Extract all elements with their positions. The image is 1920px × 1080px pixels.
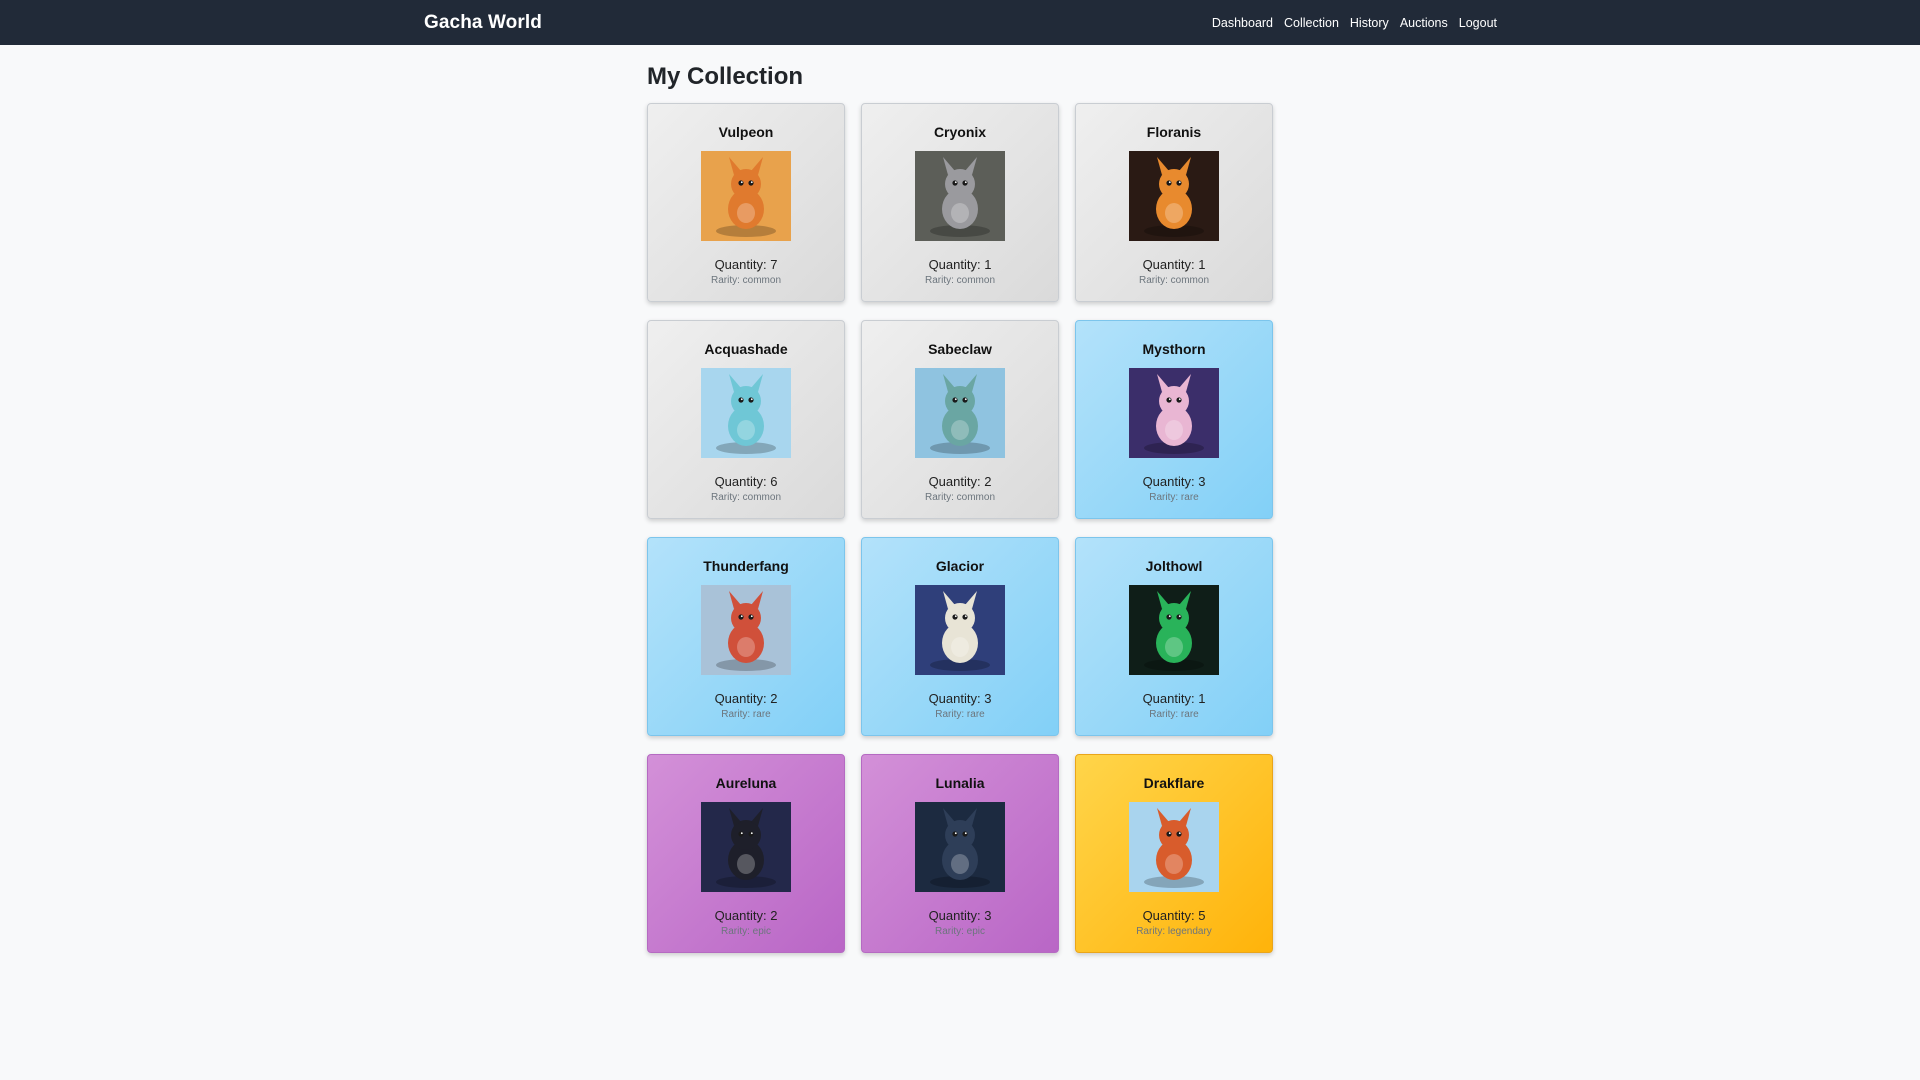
- nav-links: Dashboard Collection History Auctions Lo…: [1212, 16, 1497, 30]
- creature-card-acquashade[interactable]: Acquashade Quantity: 6 Rarity: common: [647, 320, 845, 519]
- card-name: Jolthowl: [1145, 558, 1203, 574]
- card-name: Mysthorn: [1142, 341, 1206, 357]
- card-rarity: Rarity: common: [924, 492, 995, 503]
- green-electric-creature-image: [1129, 585, 1219, 675]
- main-content: My Collection Vulpeon Quantity: 7 Rarity: …: [647, 45, 1275, 953]
- nav-link-history[interactable]: History: [1350, 16, 1389, 30]
- creature-card-aureluna[interactable]: Aureluna Quantity: 2 Rarity: epic: [647, 754, 845, 953]
- nav-link-auctions[interactable]: Auctions: [1400, 16, 1448, 30]
- ice-creature-image: [915, 585, 1005, 675]
- top-navbar: Gacha World Dashboard Collection History…: [0, 0, 1920, 45]
- card-quantity: Quantity: 7: [714, 257, 778, 272]
- nav-link-collection[interactable]: Collection: [1284, 16, 1339, 30]
- water-creature-image: [701, 368, 791, 458]
- card-quantity: Quantity: 2: [714, 908, 778, 923]
- card-quantity: Quantity: 6: [714, 474, 778, 489]
- card-quantity: Quantity: 1: [928, 257, 992, 272]
- card-rarity: Rarity: rare: [1149, 492, 1199, 503]
- card-quantity: Quantity: 2: [928, 474, 992, 489]
- psychic-creature-image: [1129, 368, 1219, 458]
- card-rarity: Rarity: common: [924, 275, 995, 286]
- gray-dragon-creature-image: [915, 151, 1005, 241]
- card-rarity: Rarity: common: [710, 492, 781, 503]
- night-creature-image: [915, 802, 1005, 892]
- nav-link-dashboard[interactable]: Dashboard: [1212, 16, 1273, 30]
- card-quantity: Quantity: 5: [1142, 908, 1206, 923]
- creature-card-mysthorn[interactable]: Mysthorn Quantity: 3 Rarity: rare: [1075, 320, 1273, 519]
- dark-dragon-creature-image: [701, 802, 791, 892]
- card-rarity: Rarity: epic: [934, 926, 985, 937]
- card-name: Floranis: [1146, 124, 1202, 140]
- card-rarity: Rarity: legendary: [1136, 926, 1212, 937]
- creature-card-lunalia[interactable]: Lunalia Quantity: 3 Rarity: epic: [861, 754, 1059, 953]
- card-quantity: Quantity: 3: [928, 691, 992, 706]
- card-rarity: Rarity: common: [710, 275, 781, 286]
- card-rarity: Rarity: rare: [935, 709, 985, 720]
- brand-logo[interactable]: Gacha World: [424, 12, 542, 34]
- creature-card-glacior[interactable]: Glacior Quantity: 3 Rarity: rare: [861, 537, 1059, 736]
- card-name: Acquashade: [704, 341, 788, 357]
- card-rarity: Rarity: rare: [721, 709, 771, 720]
- card-name: Lunalia: [935, 775, 985, 791]
- card-rarity: Rarity: epic: [720, 926, 771, 937]
- creature-card-drakflare[interactable]: Drakflare Quantity: 5 Rarity: legendary: [1075, 754, 1273, 953]
- card-name: Sabeclaw: [928, 341, 992, 357]
- card-quantity: Quantity: 3: [1142, 474, 1206, 489]
- page-title: My Collection: [647, 63, 804, 90]
- creature-card-thunderfang[interactable]: Thunderfang Quantity: 2 Rarity: rare: [647, 537, 845, 736]
- card-rarity: Rarity: rare: [1149, 709, 1199, 720]
- fox-creature-image: [701, 151, 791, 241]
- creature-card-floranis[interactable]: Floranis Quantity: 1 Rarity: common: [1075, 103, 1273, 302]
- card-name: Aureluna: [715, 775, 777, 791]
- creature-card-sabeclaw[interactable]: Sabeclaw Quantity: 2 Rarity: common: [861, 320, 1059, 519]
- nav-link-logout[interactable]: Logout: [1459, 16, 1497, 30]
- card-quantity: Quantity: 1: [1142, 257, 1206, 272]
- red-dragon-creature-image: [701, 585, 791, 675]
- collection-grid: Vulpeon Quantity: 7 Rarity: common Cryonix Q…: [647, 103, 1275, 953]
- card-quantity: Quantity: 2: [714, 691, 778, 706]
- card-name: Vulpeon: [718, 124, 774, 140]
- creature-card-vulpeon[interactable]: Vulpeon Quantity: 7 Rarity: common: [647, 103, 845, 302]
- card-name: Glacior: [935, 558, 985, 574]
- card-name: Drakflare: [1143, 775, 1205, 791]
- card-quantity: Quantity: 1: [1142, 691, 1206, 706]
- fire-creature-image: [1129, 151, 1219, 241]
- orange-dragon-creature-image: [1129, 802, 1219, 892]
- card-name: Thunderfang: [703, 558, 789, 574]
- card-quantity: Quantity: 3: [928, 908, 992, 923]
- card-rarity: Rarity: common: [1138, 275, 1209, 286]
- creature-card-jolthowl[interactable]: Jolthowl Quantity: 1 Rarity: rare: [1075, 537, 1273, 736]
- teal-creature-image: [915, 368, 1005, 458]
- creature-card-cryonix[interactable]: Cryonix Quantity: 1 Rarity: common: [861, 103, 1059, 302]
- card-name: Cryonix: [933, 124, 987, 140]
